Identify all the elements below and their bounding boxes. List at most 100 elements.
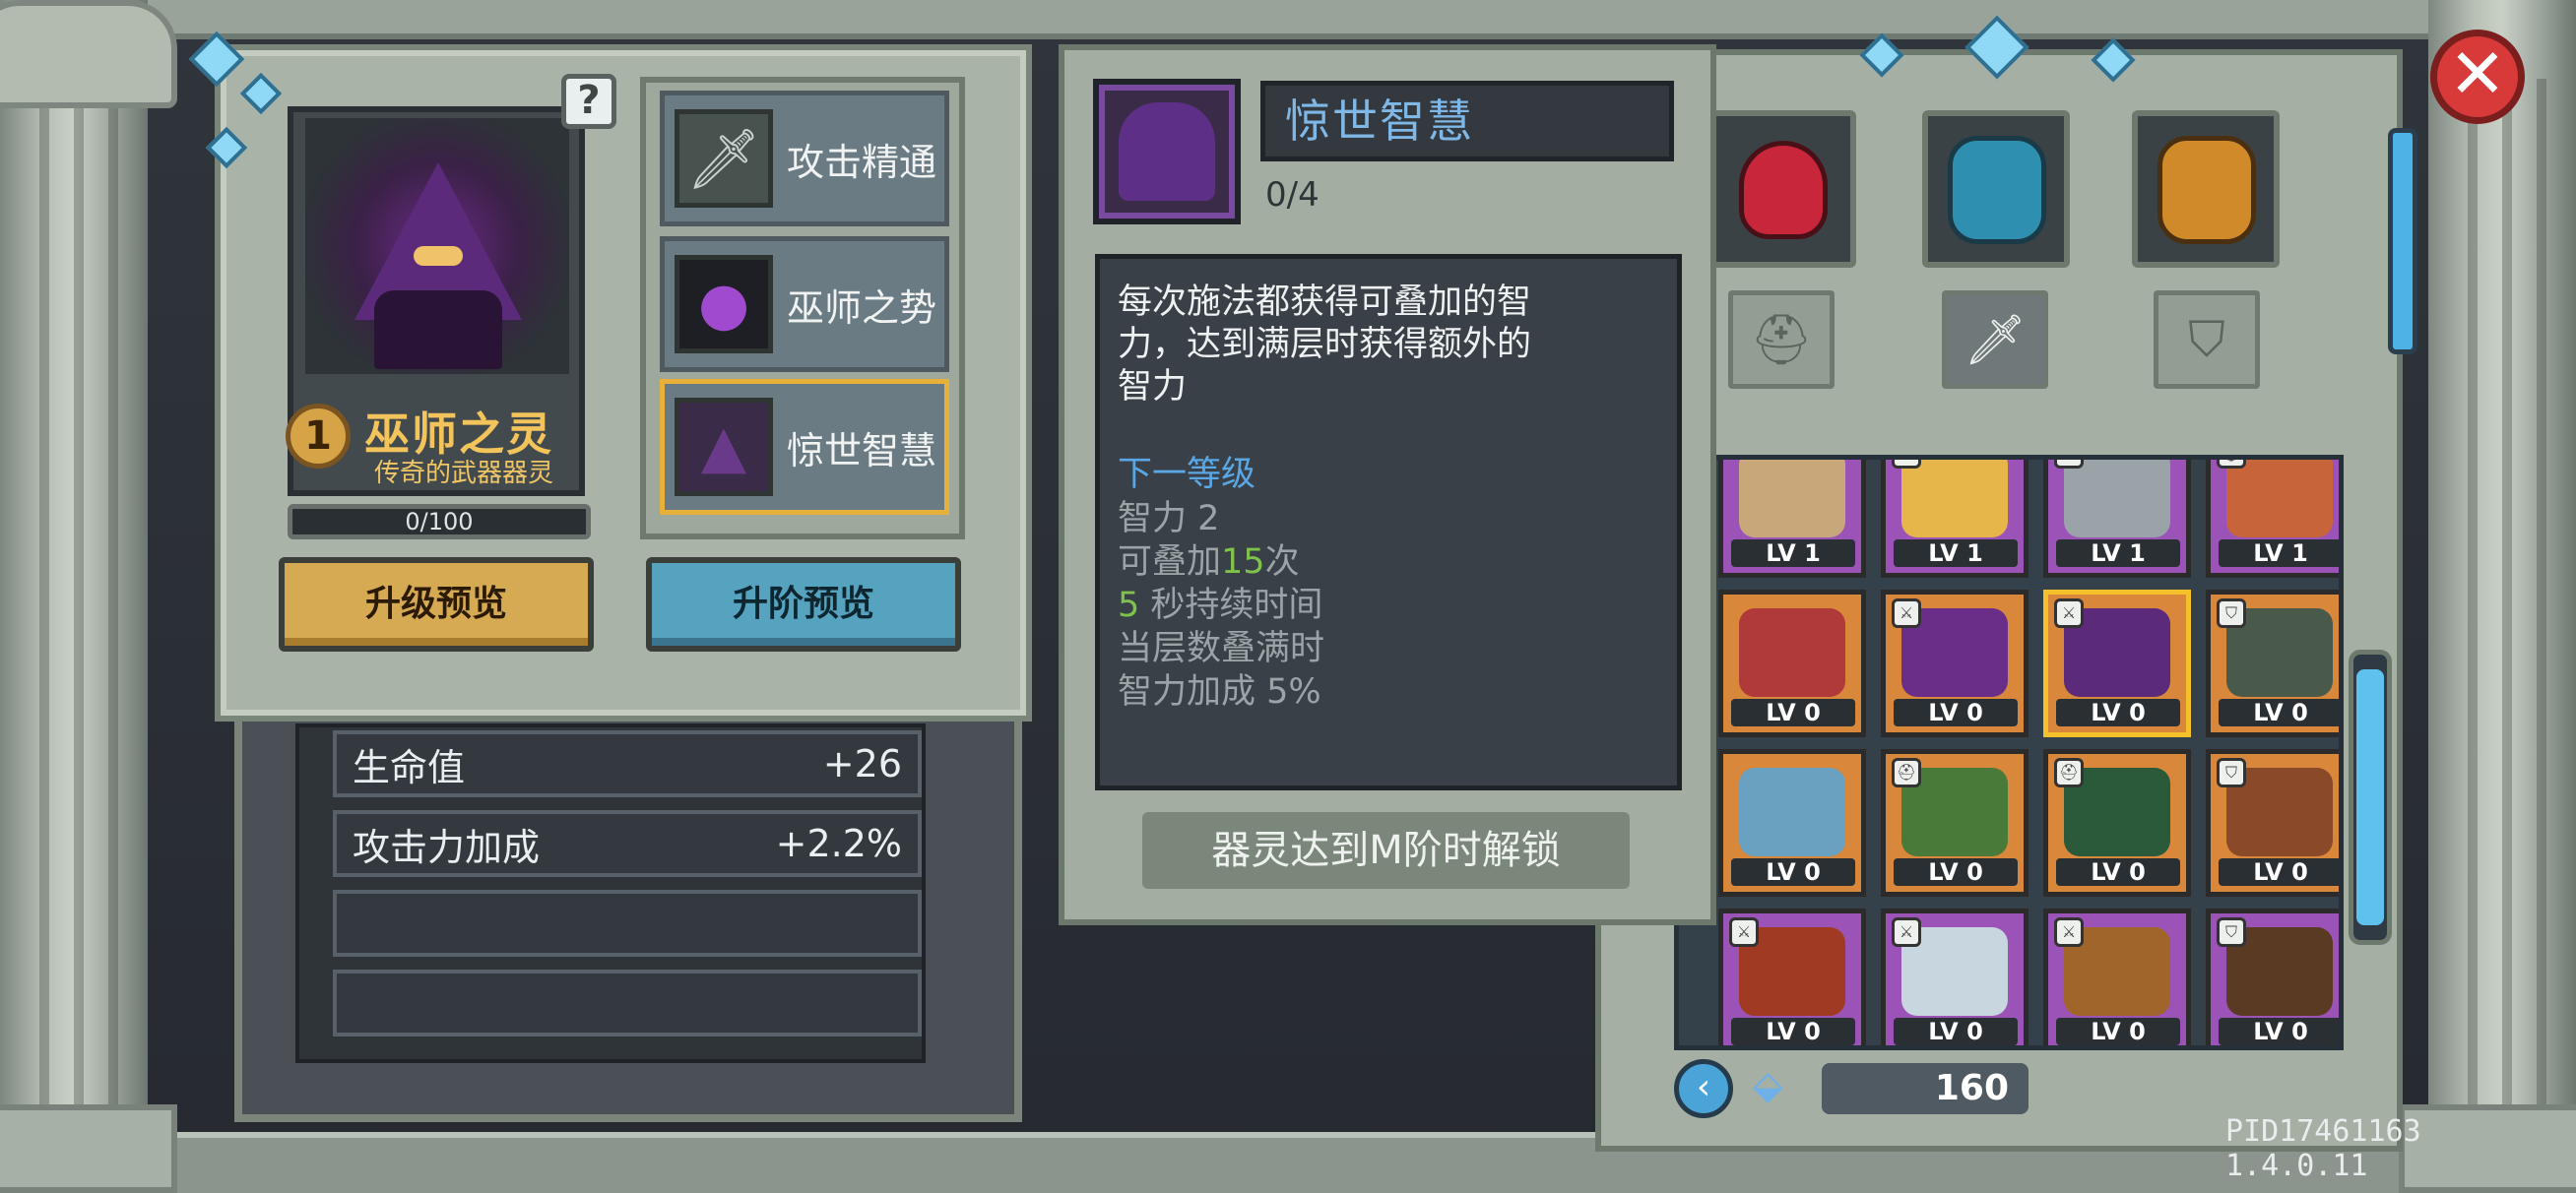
card-level-label: LV 0	[2056, 858, 2180, 886]
weapon-spirit-card[interactable]: ⚔ LV 0	[1881, 909, 2029, 1045]
weapon-spirit-grid: LV 1 ⚔ LV 1 ⚔ LV 1 ⛑ LV 1 LV 0 ⚔ LV 0 ⚔ LV 0 ⛉ LV 0 LV…	[1674, 455, 2344, 1050]
category-ice-monster[interactable]	[1922, 110, 2070, 268]
skill-tooltip-level: 0/4	[1265, 175, 1320, 215]
side-tab[interactable]	[2388, 128, 2417, 354]
xp-progress-bar: 0/100	[288, 504, 591, 539]
stat-value: +2.2%	[775, 822, 902, 865]
equipment-type-icon: ⚔	[1892, 460, 1921, 469]
wizard-beak	[414, 246, 463, 266]
back-arrow-button[interactable]: ‹	[1674, 1059, 1733, 1118]
card-level-label: LV 0	[2219, 699, 2339, 726]
equipment-type-icon: ⛉	[2217, 598, 2246, 628]
orange-crystal-monster-icon	[2157, 136, 2256, 244]
weapon-spirit-card[interactable]: ⚔ LV 0	[1718, 909, 1866, 1045]
skill-description-line: 力，达到满层时获得额外的	[1118, 325, 1532, 364]
category-potion[interactable]	[1708, 110, 1856, 268]
weapon-spirit-card[interactable]: ⚔ LV 0	[2043, 909, 2191, 1045]
weapon-spirit-card[interactable]: LV 1	[1718, 460, 1866, 578]
skill-item-wizard-power[interactable]: ● 巫师之势	[660, 236, 949, 372]
card-level-label: LV 0	[1731, 1018, 1855, 1045]
equipment-type-icon: ⛉	[2217, 917, 2246, 947]
weapon-spirit-card[interactable]: LV 0	[1718, 590, 1866, 737]
skill-item-astonishing-wisdom[interactable]: ▲ 惊世智慧	[660, 379, 949, 515]
equipment-type-icon: ⛑	[2217, 460, 2246, 469]
weapon-spirit-card[interactable]: ⚔ LV 1	[1881, 460, 2029, 578]
chevron-left-icon: ‹	[1696, 1067, 1711, 1107]
skill-description-line: 智力	[1118, 367, 1188, 407]
weapon-spirit-card[interactable]: ⛑ LV 1	[2206, 460, 2339, 578]
stat-row-hp: 生命值 +26	[333, 730, 922, 797]
blue-currency-icon: ⬙	[1753, 1063, 1783, 1108]
detail-number: 5	[1118, 586, 1140, 625]
detail-text: 秒持续时间	[1139, 586, 1323, 625]
shield-filter-icon: ⛉	[2188, 310, 2225, 368]
weapon-spirit-art	[1739, 608, 1845, 697]
red-potion-icon	[1739, 141, 1828, 239]
equipment-type-icon: ⛑	[1892, 758, 1921, 787]
card-level-label: LV 0	[1731, 699, 1855, 726]
weapon-spirit-card[interactable]: ⛉ LV 0	[2206, 909, 2339, 1045]
card-level-label: LV 1	[1894, 539, 2018, 567]
equipment-type-icon: ⚔	[1892, 917, 1921, 947]
sword-icon: 🗡	[675, 109, 773, 208]
helmet-filter-button[interactable]: ⛑	[1728, 290, 1835, 389]
card-level-label: LV 0	[1894, 858, 2018, 886]
upgrade-preview-button[interactable]: 升级预览	[279, 557, 594, 652]
close-button[interactable]: ✕	[2430, 30, 2525, 124]
detail-text: 次	[1264, 542, 1300, 582]
skill-label: 惊世智慧	[787, 428, 937, 472]
blue-crystal-monster-icon	[1948, 136, 2046, 244]
hood-icon: ▲	[675, 398, 773, 496]
next-level-heading: 下一等级	[1118, 455, 1256, 494]
hood-icon	[1119, 102, 1215, 201]
weapon-spirit-card[interactable]: ⛑ LV 0	[1881, 749, 2029, 897]
stat-label: 攻击力加成	[353, 825, 541, 869]
card-level-label: LV 0	[1894, 699, 2018, 726]
right-pillar	[2428, 0, 2576, 1193]
card-level-label: LV 0	[2056, 1018, 2180, 1045]
card-level-label: LV 0	[1894, 1018, 2018, 1045]
weapon-spirit-card[interactable]: LV 0	[1718, 749, 1866, 897]
stat-row-attack: 攻击力加成 +2.2%	[333, 810, 922, 877]
left-pillar-capital	[0, 0, 177, 108]
help-button[interactable]: ?	[561, 74, 616, 129]
stat-row-empty	[333, 970, 922, 1036]
equipment-type-icon: ⚔	[1729, 917, 1759, 947]
weapon-spirit-card[interactable]: ⚔ LV 0	[1881, 590, 2029, 737]
weapon-spirit-card[interactable]: ⛑ LV 0	[2043, 749, 2191, 897]
stat-label: 生命值	[353, 745, 466, 789]
grid-scrollbar-thumb[interactable]	[2356, 669, 2384, 925]
shield-filter-button[interactable]: ⛉	[2154, 290, 2260, 389]
card-level-label: LV 0	[2219, 858, 2339, 886]
card-level-label: LV 0	[2056, 699, 2180, 726]
stat-row-empty	[333, 890, 922, 957]
next-level-detail: 可叠加15次	[1118, 540, 1300, 584]
equipment-type-icon: ⚔	[2054, 917, 2084, 947]
equipment-type-icon: ⛉	[2217, 758, 2246, 787]
weapon-spirit-card[interactable]: ⚔ LV 1	[2043, 460, 2191, 578]
weapon-spirit-card[interactable]: ⛉ LV 0	[2206, 590, 2339, 737]
weapon-filter-button[interactable]: 🗡	[1942, 290, 2048, 389]
category-fire-monster[interactable]	[2132, 110, 2280, 268]
weapon-spirit-card[interactable]: ⚔ LV 0	[2043, 590, 2191, 737]
weapon-spirit-card[interactable]: ⛉ LV 0	[2206, 749, 2339, 897]
card-level-label: LV 1	[2056, 539, 2180, 567]
skill-tooltip-title: 惊世智慧	[1260, 81, 1674, 161]
skill-item-attack-mastery[interactable]: 🗡 攻击精通	[660, 91, 949, 226]
hero-subtitle: 传奇的武器器灵	[374, 459, 554, 488]
next-level-detail: 当层数叠满时	[1118, 629, 1325, 668]
detail-number: 15	[1221, 542, 1265, 582]
rank-badge: 1	[286, 404, 351, 469]
wizard-body	[374, 290, 502, 369]
purple-flame-icon: ●	[675, 255, 773, 353]
skill-description-line: 每次施法都获得可叠加的智	[1118, 283, 1532, 322]
unlock-requirement: 器灵达到M阶时解锁	[1142, 812, 1630, 889]
next-level-detail: 智力加成 5%	[1118, 672, 1321, 712]
card-level-label: LV 1	[1731, 539, 1855, 567]
skill-label: 巫师之势	[787, 285, 937, 330]
equipment-type-icon: ⛑	[2054, 758, 2084, 787]
ascend-preview-button[interactable]: 升阶预览	[646, 557, 961, 652]
detail-text: 可叠加	[1118, 542, 1222, 582]
card-level-label: LV 0	[2219, 1018, 2339, 1045]
top-beam	[59, 0, 2521, 39]
